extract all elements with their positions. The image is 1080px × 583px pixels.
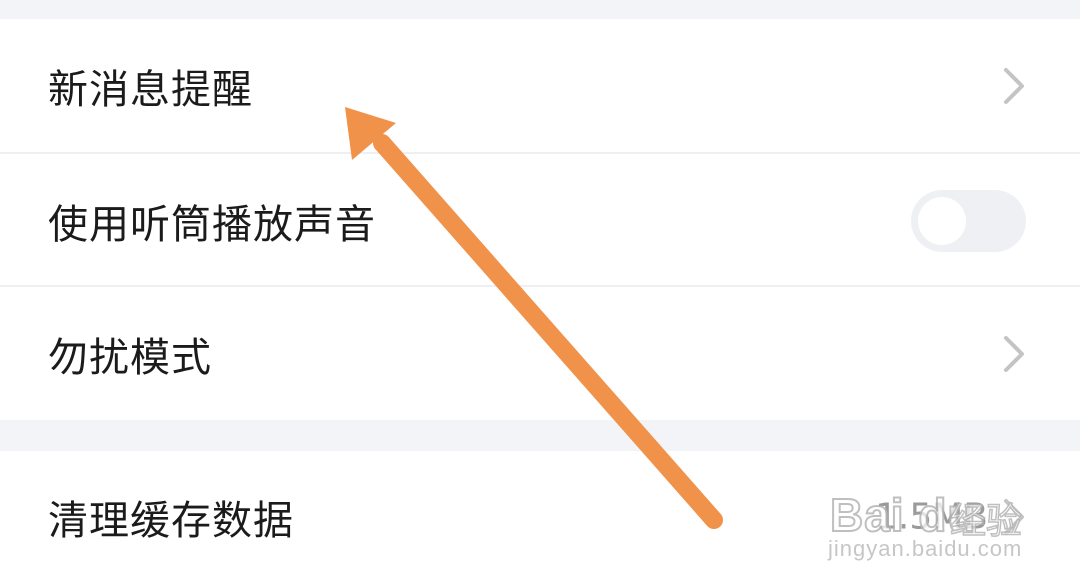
earpiece-toggle[interactable] (911, 189, 1026, 252)
chevron-right-icon (1004, 67, 1024, 104)
setting-label: 勿扰模式 (48, 334, 212, 381)
toggle-knob (918, 196, 966, 245)
setting-label: 清理缓存数据 (48, 498, 294, 544)
settings-page: 新消息提醒 使用听筒播放声音 勿扰模式 清理缓存数据 1.5MB Bai du … (0, 0, 1080, 583)
setting-row-earpiece-playback: 使用听筒播放声音 (0, 154, 1080, 287)
setting-row-do-not-disturb[interactable]: 勿扰模式 (0, 287, 1080, 420)
settings-group-notifications: 新消息提醒 使用听筒播放声音 勿扰模式 (0, 19, 1080, 420)
setting-label: 新消息提醒 (48, 66, 253, 113)
section-gap (0, 0, 1080, 19)
chevron-right-icon (1004, 335, 1024, 372)
setting-row-new-message-alert[interactable]: 新消息提醒 (0, 19, 1080, 152)
watermark-url: jingyan.baidu.com (828, 536, 1023, 561)
setting-label: 使用听筒播放声音 (48, 201, 376, 248)
baidu-jingyan-watermark: Bai du 经验 jingyan.baidu.com (826, 466, 1056, 576)
